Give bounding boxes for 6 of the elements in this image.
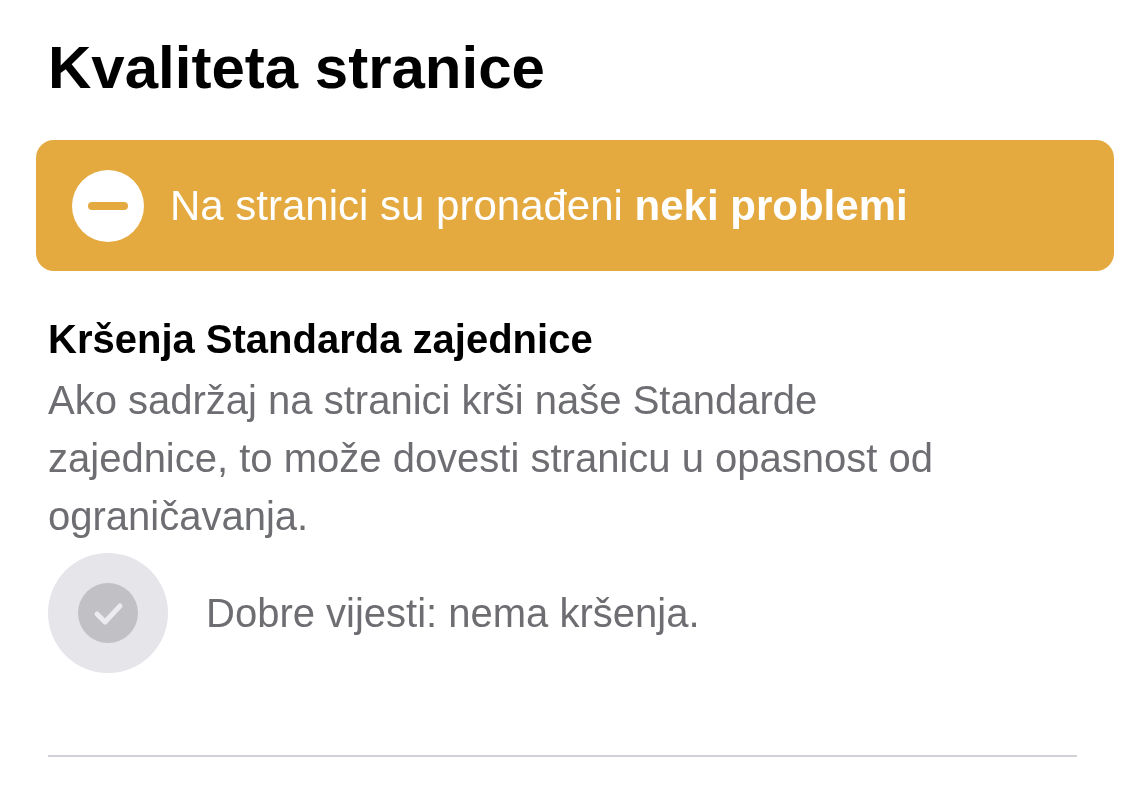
section-description: Ako sadržaj na stranici krši naše Standarde zajednice, to može dovesti stranicu u opasnost od ograničavanja.	[48, 377, 934, 540]
minus-circle-icon	[72, 169, 144, 242]
page-title: Kvaliteta stranice	[48, 33, 546, 103]
banner-text: Na stranici su pronađeni neki problemi	[170, 181, 908, 230]
section-heading: Kršenja Standarda zajednice	[48, 316, 594, 363]
result-text: Dobre vijesti: nema kršenja.	[206, 590, 700, 636]
